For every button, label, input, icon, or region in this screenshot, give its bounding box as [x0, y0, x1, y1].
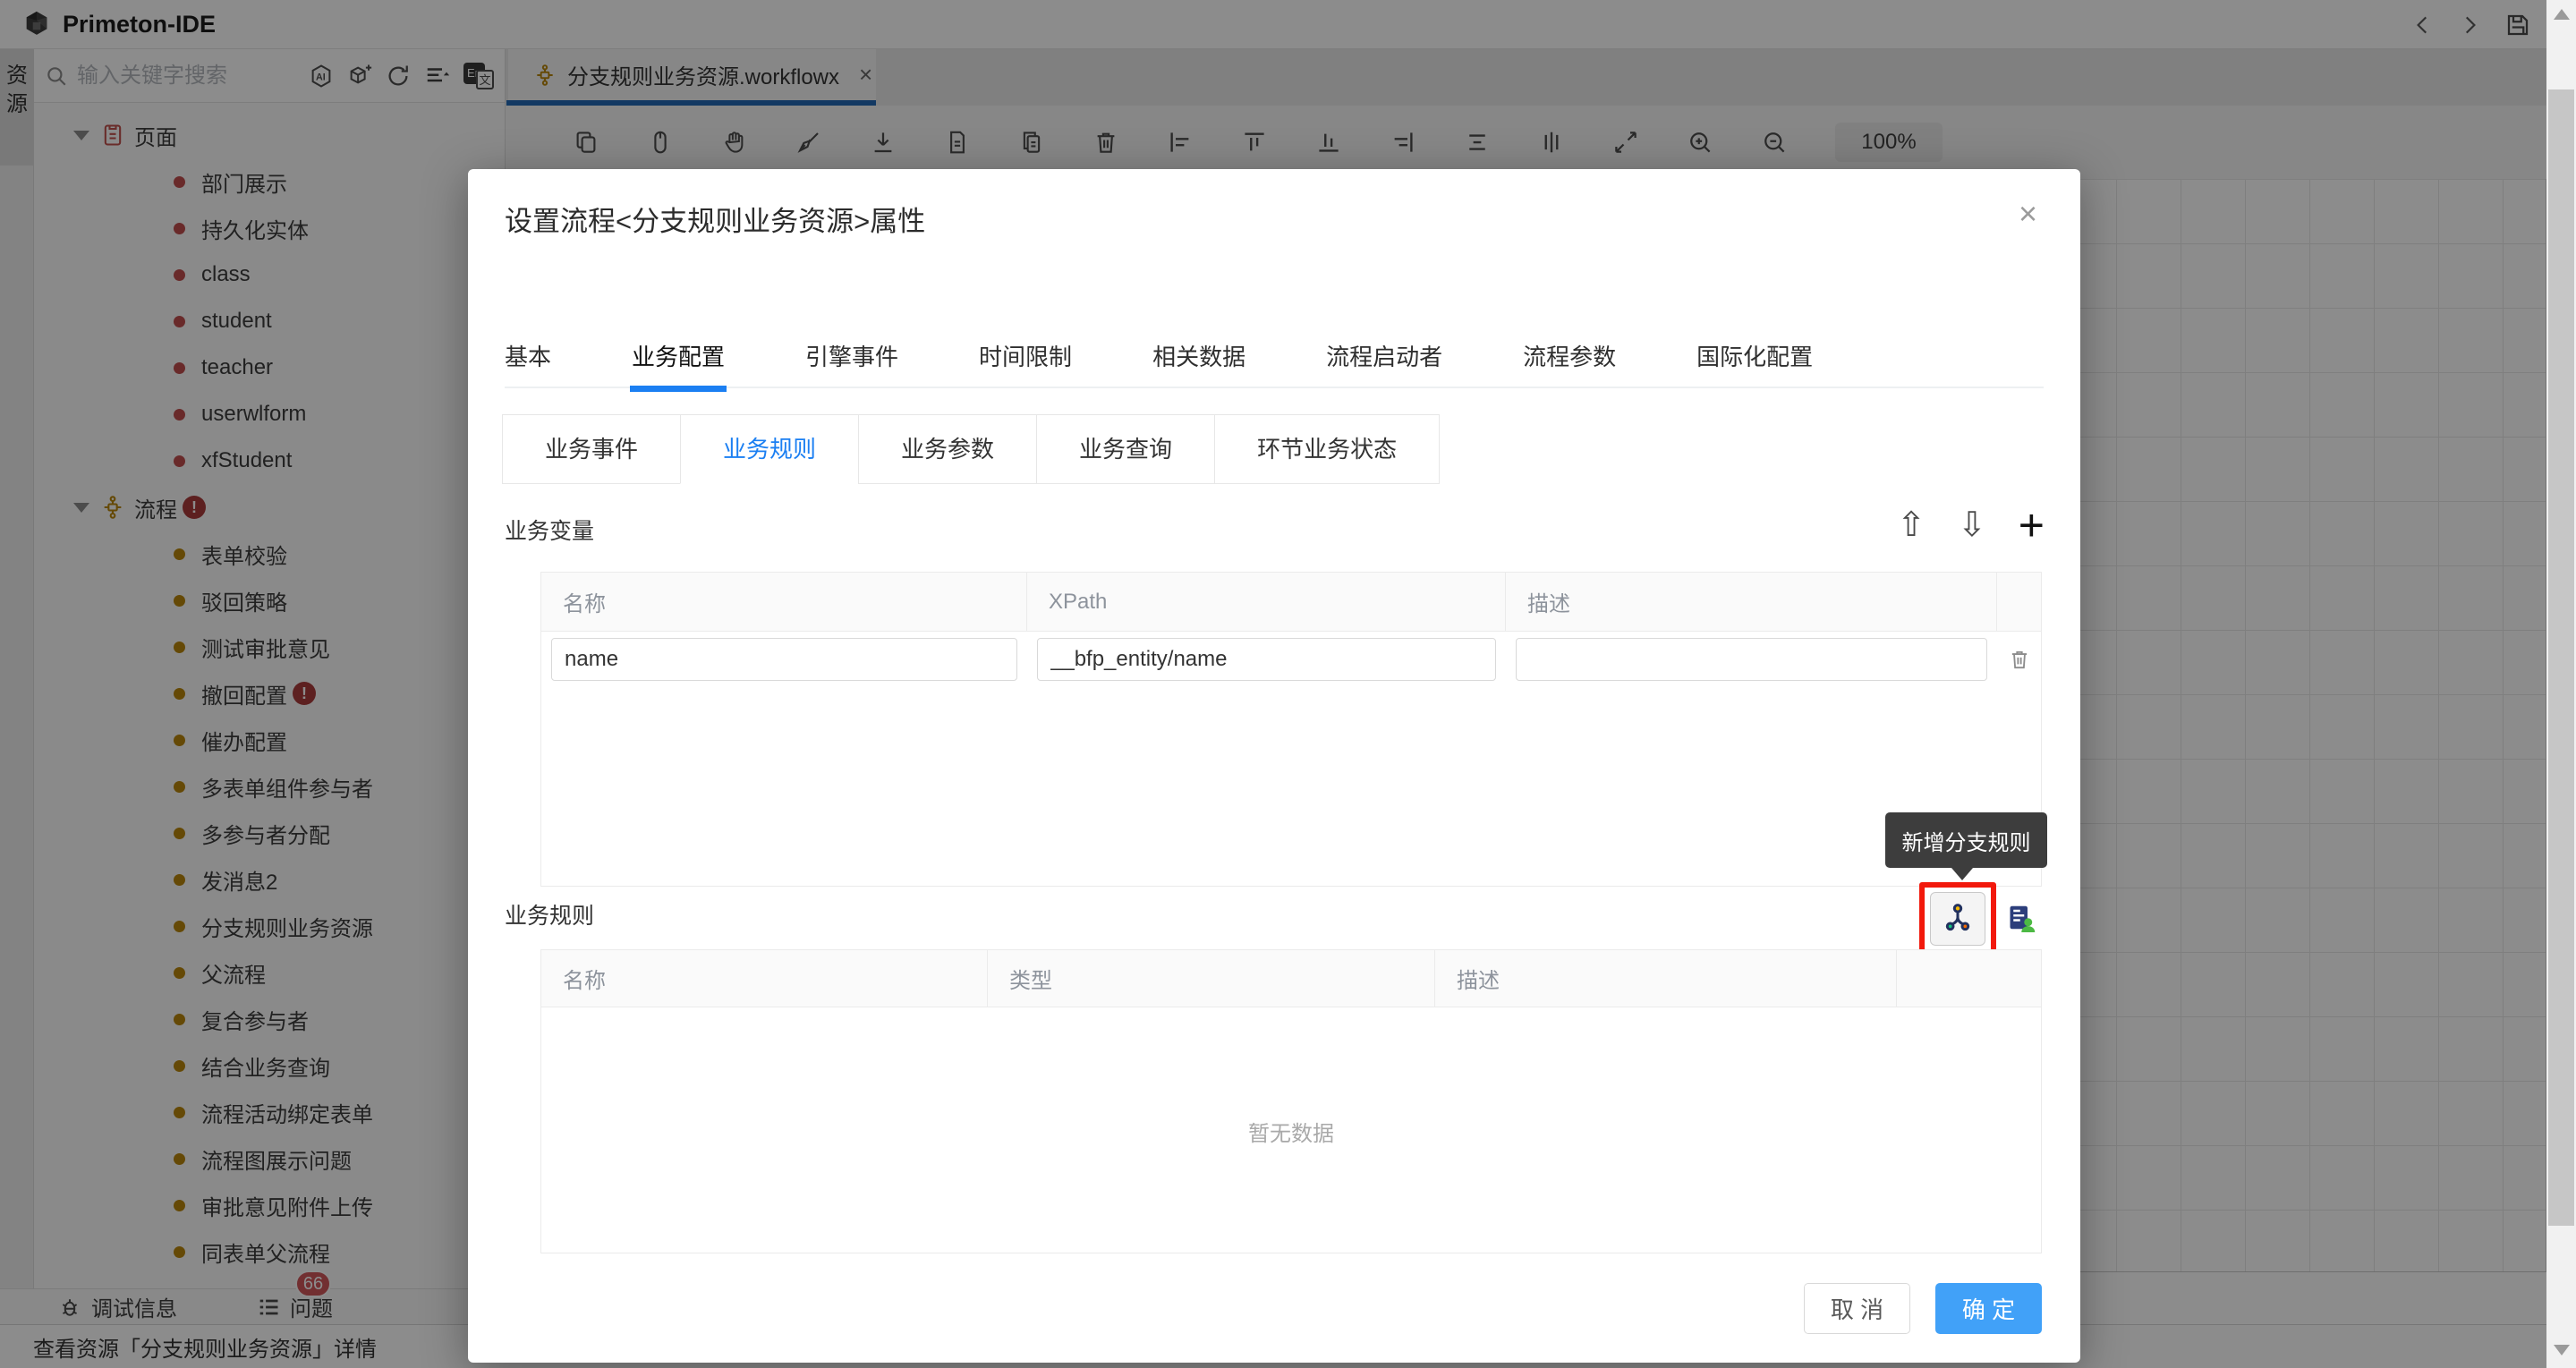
column-header: 描述: [1506, 573, 1997, 631]
add-business-rule-button[interactable]: [2006, 903, 2038, 935]
dialog-tab[interactable]: 引擎事件: [805, 339, 898, 372]
variable-desc-input[interactable]: [1516, 638, 1987, 681]
tooltip-arrow: [1951, 868, 1973, 880]
variables-section-label: 业务变量: [505, 514, 594, 546]
subtab[interactable]: 业务参数: [858, 414, 1037, 484]
window-scrollbar[interactable]: [2546, 0, 2576, 1368]
cancel-button[interactable]: 取 消: [1804, 1283, 1910, 1334]
rules-section-label: 业务规则: [505, 898, 594, 930]
variable-name-input[interactable]: [551, 638, 1017, 681]
process-properties-dialog: 设置流程<分支规则业务资源>属性 × 基本 业务配置 引擎事件 时间限制 相关数…: [468, 169, 2080, 1363]
subtab[interactable]: 业务规则: [680, 414, 859, 484]
dialog-title: 设置流程<分支规则业务资源>属性: [505, 199, 925, 239]
column-header-actions: [1997, 573, 2041, 631]
business-config-subtabs: 业务事件 业务规则 业务参数 业务查询 环节业务状态: [503, 414, 1440, 484]
move-down-icon[interactable]: ⇩: [1958, 507, 1986, 543]
add-variable-icon[interactable]: +: [2019, 507, 2045, 543]
scrollbar-thumb[interactable]: [2548, 89, 2574, 1226]
column-header: 类型: [988, 950, 1435, 1007]
dialog-tab[interactable]: 国际化配置: [1696, 339, 1813, 372]
rules-table: 名称 类型 描述 暂无数据: [540, 949, 2042, 1253]
delete-row-icon[interactable]: [2008, 648, 2031, 671]
add-branch-rule-tooltip: 新增分支规则: [1885, 812, 2047, 868]
subtab[interactable]: 环节业务状态: [1214, 414, 1440, 484]
dialog-tab[interactable]: 流程参数: [1523, 339, 1616, 372]
dialog-tab[interactable]: 业务配置: [632, 339, 725, 372]
variables-table: 名称 XPath 描述: [540, 572, 2042, 887]
confirm-button[interactable]: 确 定: [1935, 1283, 2042, 1334]
highlight-red-box: [1919, 882, 1996, 956]
empty-data-placeholder: 暂无数据: [541, 1007, 2041, 1254]
dialog-tab[interactable]: 相关数据: [1152, 339, 1245, 372]
column-header: 描述: [1435, 950, 1897, 1007]
scroll-down-icon[interactable]: [2554, 1345, 2570, 1355]
move-up-icon[interactable]: ⇧: [1897, 507, 1926, 543]
close-dialog-icon[interactable]: ×: [2019, 198, 2037, 230]
column-header-actions: [1897, 950, 2039, 1007]
dialog-tabs: 基本 业务配置 引擎事件 时间限制 相关数据 流程启动者 流程参数 国际化配置: [505, 339, 2044, 388]
dialog-tab[interactable]: 基本: [505, 339, 551, 372]
subtab[interactable]: 业务查询: [1036, 414, 1215, 484]
add-branch-rule-button[interactable]: [1930, 892, 1985, 946]
subtab[interactable]: 业务事件: [502, 414, 681, 484]
dialog-tab[interactable]: 流程启动者: [1326, 339, 1442, 372]
variable-xpath-input[interactable]: [1037, 638, 1496, 681]
column-header: 名称: [541, 950, 988, 1007]
variable-row: [541, 632, 2041, 687]
scroll-up-icon[interactable]: [2554, 9, 2570, 20]
column-header: 名称: [541, 573, 1027, 631]
dialog-tab[interactable]: 时间限制: [979, 339, 1072, 372]
column-header: XPath: [1027, 573, 1506, 631]
